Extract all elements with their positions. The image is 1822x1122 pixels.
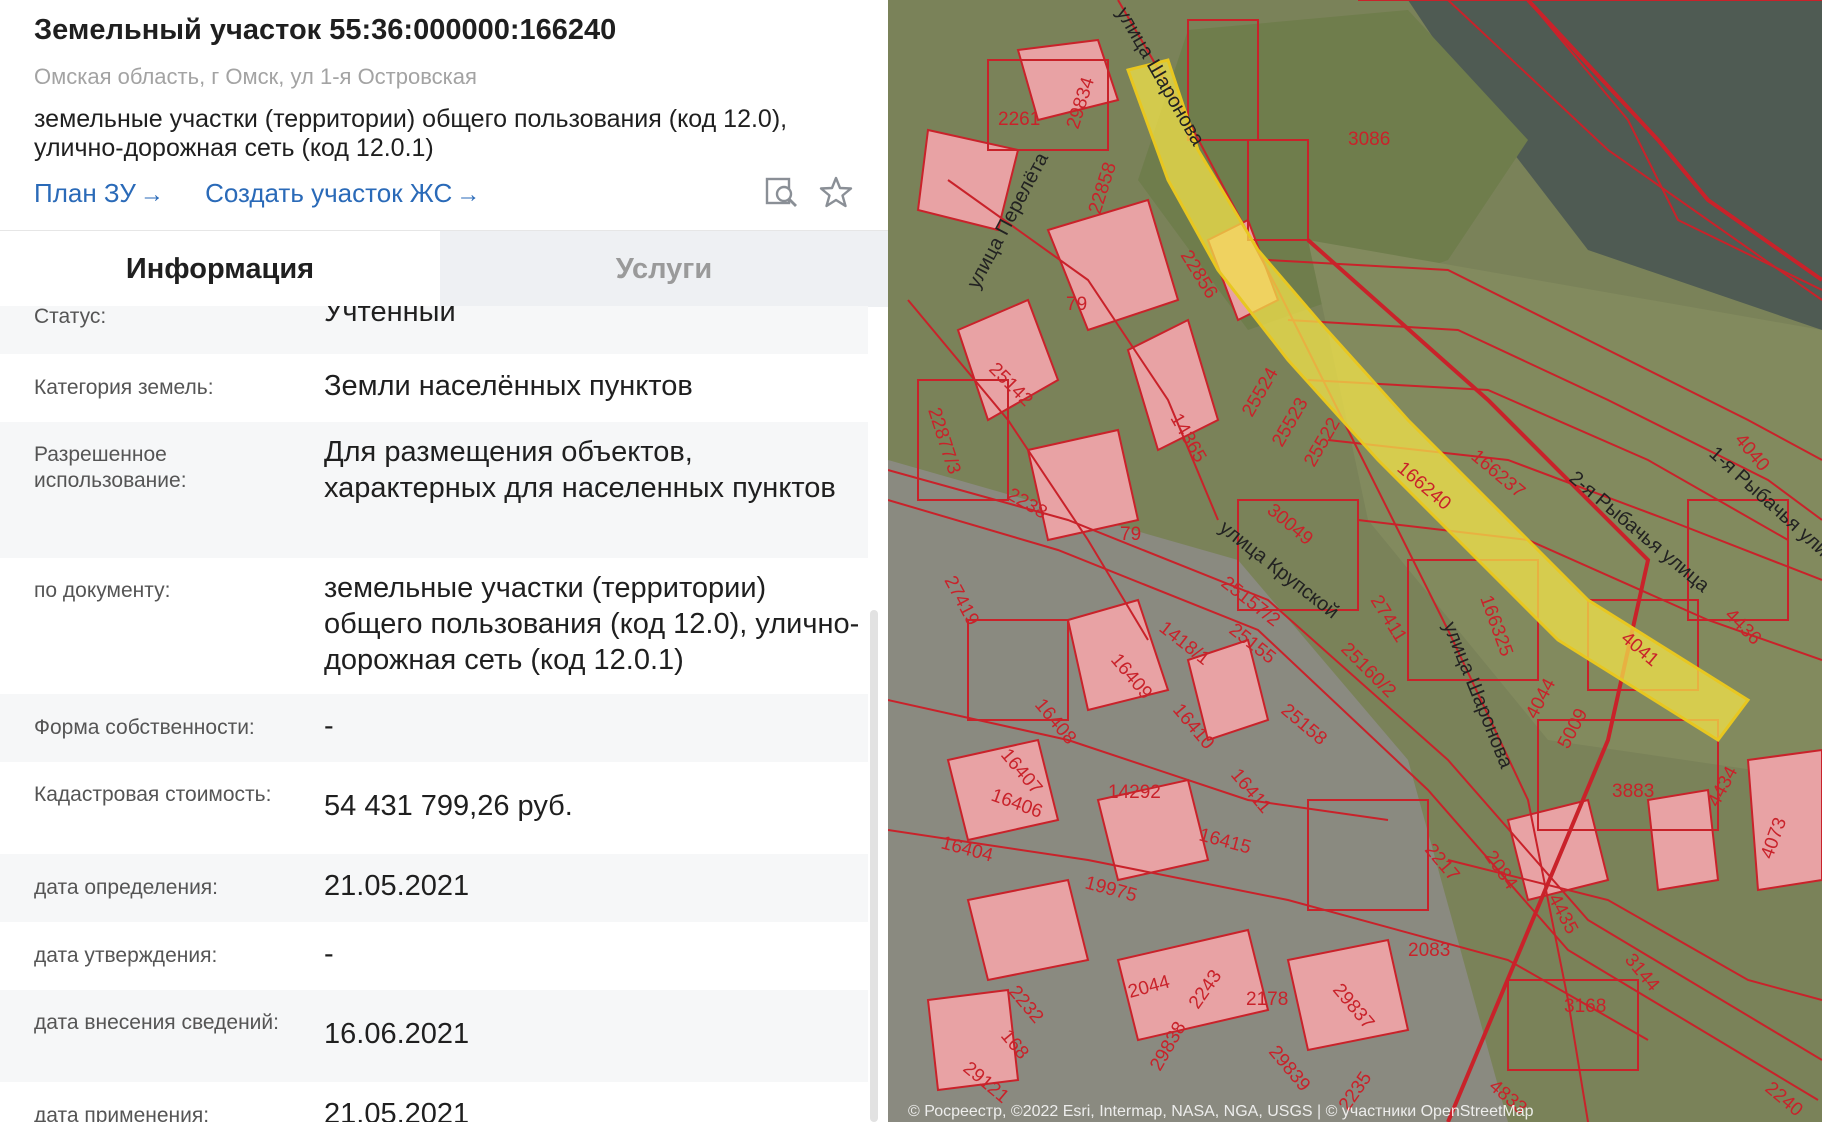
tab-bar: Информация Услуги xyxy=(0,230,888,307)
row-cadastral-value: Кадастровая стоимость: 54 431 799,26 руб… xyxy=(0,762,868,854)
parcel-address: Омская область, г Омск, ул 1-я Островска… xyxy=(34,64,477,89)
parcel-label: 2083 xyxy=(1408,940,1450,961)
row-entry-date: дата внесения сведений: 16.06.2021 xyxy=(0,990,868,1082)
parcel-label: 3883 xyxy=(1612,781,1654,802)
parcel-label: 14292 xyxy=(1108,782,1161,803)
row-label: дата утверждения: xyxy=(34,944,218,967)
parcel-label: 3086 xyxy=(1348,129,1390,150)
row-label: по документу: xyxy=(34,579,171,602)
row-value: Земли населённых пунктов xyxy=(324,370,693,402)
arrow-right-icon: → xyxy=(139,181,164,208)
map-search-icon[interactable] xyxy=(765,176,799,208)
row-land-category: Категория земель: Земли населённых пункт… xyxy=(0,354,868,422)
row-value: 16.06.2021 xyxy=(324,1018,470,1050)
row-value: 21.05.2021 xyxy=(324,870,470,902)
plan-link[interactable]: План ЗУ → xyxy=(34,178,164,208)
row-value: 21.05.2021 xyxy=(324,1098,470,1122)
scrollbar[interactable] xyxy=(870,610,878,1122)
row-value: - xyxy=(324,938,334,970)
row-label: Кадастровая стоимость: xyxy=(34,783,272,806)
info-panel: Земельный участок 55:36:000000:166240 Ом… xyxy=(0,0,888,1122)
row-label: дата применения: xyxy=(34,1104,210,1122)
row-approval-date: дата утверждения: - xyxy=(0,922,868,990)
row-value: 54 431 799,26 руб. xyxy=(324,790,573,822)
row-value: Учтенный xyxy=(324,306,456,328)
cadastral-map[interactable]: улица Шаронова улица Перелёта улица Круп… xyxy=(888,0,1822,1122)
row-value: - xyxy=(324,710,334,742)
parcel-title: Земельный участок 55:36:000000:166240 xyxy=(34,14,617,46)
action-links: План ЗУ → Создать участок ЖС → xyxy=(34,178,514,209)
row-determination-date: дата определения: 21.05.2021 xyxy=(0,854,868,922)
row-label: Категория земель: xyxy=(34,376,214,399)
parcel-label: 3168 xyxy=(1564,996,1606,1017)
row-label: Разрешенное использование: xyxy=(34,443,187,492)
row-label: Форма собственности: xyxy=(34,716,255,739)
parcel-label: 2178 xyxy=(1246,989,1288,1010)
parcel-label: 2261 xyxy=(998,109,1040,130)
plan-link-label: План ЗУ xyxy=(34,178,136,208)
row-permitted-use: Разрешенное использование: Для размещени… xyxy=(0,422,868,558)
info-list[interactable]: Статус: Учтенный Категория земель: Земли… xyxy=(0,306,868,1122)
header-icons xyxy=(765,176,853,208)
tab-services[interactable]: Услуги xyxy=(440,231,888,307)
arrow-right-icon: → xyxy=(456,181,481,208)
star-icon[interactable] xyxy=(819,176,853,208)
parcel-description: земельные участки (территории) общего по… xyxy=(34,105,788,162)
row-application-date: дата применения: 21.05.2021 xyxy=(0,1082,868,1122)
row-value: Для размещения объектов, характерных для… xyxy=(324,436,836,504)
row-status: Статус: Учтенный xyxy=(0,306,868,354)
map-canvas[interactable]: улица Шаронова улица Перелёта улица Круп… xyxy=(888,0,1822,1122)
tab-info[interactable]: Информация xyxy=(0,231,440,307)
create-parcel-link-label: Создать участок ЖС xyxy=(205,178,453,208)
row-label: дата определения: xyxy=(34,876,219,899)
row-ownership: Форма собственности: - xyxy=(0,694,868,762)
row-by-document: по документу: земельные участки (террито… xyxy=(0,558,868,694)
create-parcel-link[interactable]: Создать участок ЖС → xyxy=(205,178,480,208)
row-value: земельные участки (территории) общего по… xyxy=(324,572,860,676)
map-attribution: © Росреестр, ©2022 Esri, Intermap, NASA,… xyxy=(908,1103,1534,1120)
row-label: Статус: xyxy=(34,306,107,328)
parcel-label: 79 xyxy=(1066,294,1087,315)
row-label: дата внесения сведений: xyxy=(34,1011,279,1034)
parcel-label: 79 xyxy=(1120,524,1141,545)
